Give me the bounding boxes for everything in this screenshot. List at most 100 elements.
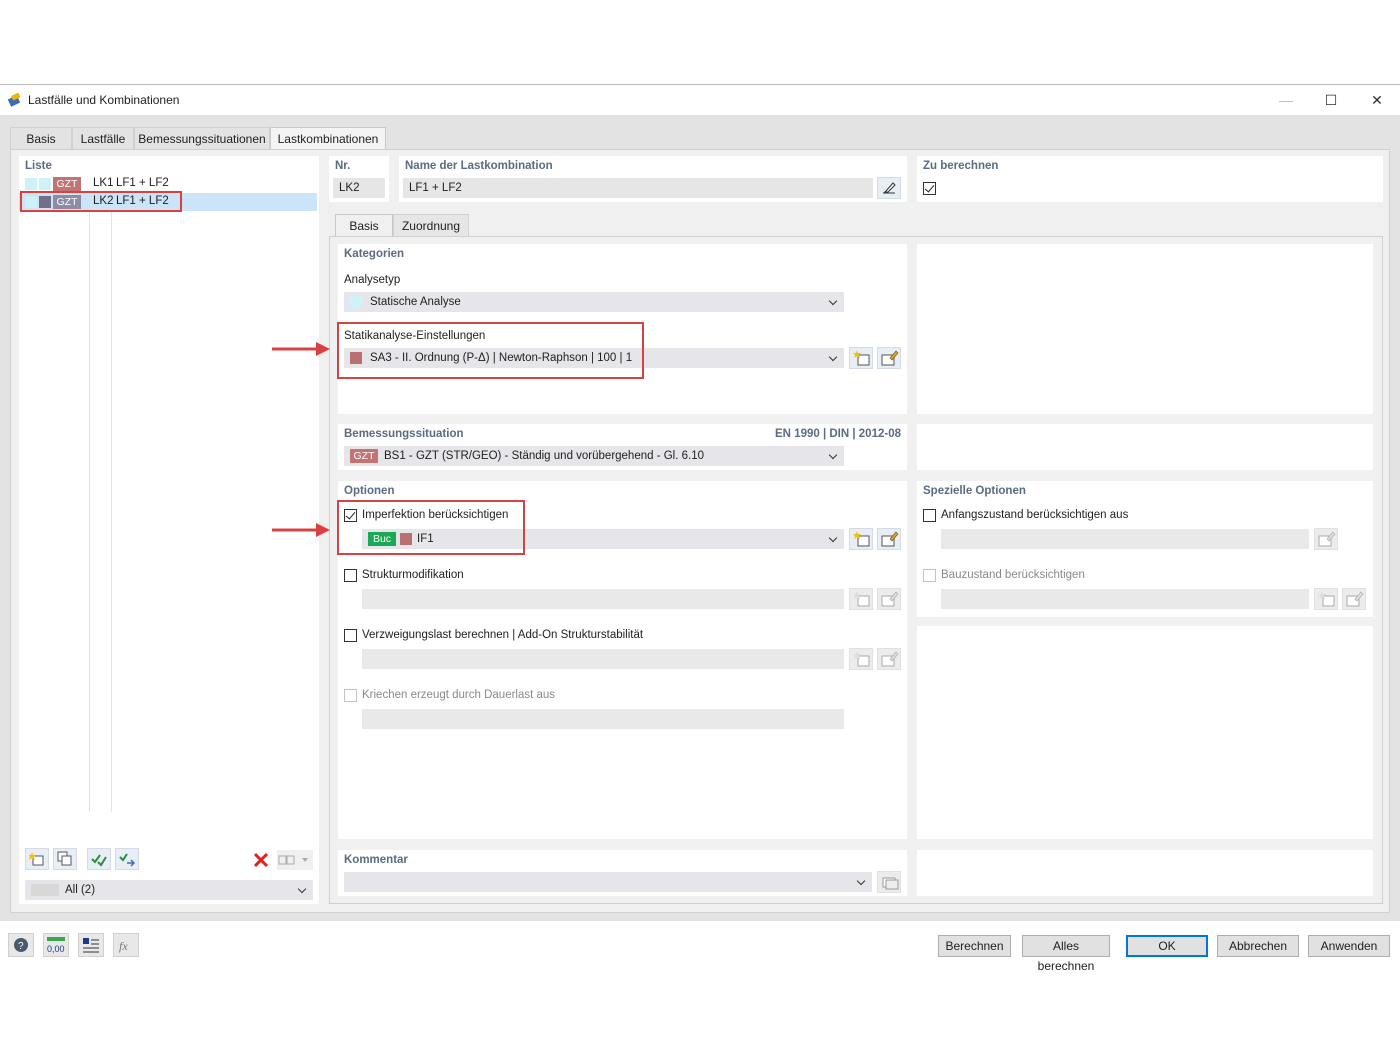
color-swatch [400,533,412,545]
anfangszustand-field [941,529,1309,549]
color-swatch [39,178,51,190]
bauzustand-label: Bauzustand berücksichtigen [941,569,1085,581]
bauzustand-checkbox[interactable] [923,569,936,582]
tab-bemessungssituationen[interactable]: Bemessungssituationen [134,127,270,149]
bemessung-dropdown[interactable]: GZT BS1 - GZT (STR/GEO) - Ständig und vo… [344,446,844,466]
strukturmodifikation-checkbox[interactable] [344,569,357,582]
filter-swatch [31,884,59,896]
svg-text:?: ? [18,941,24,952]
anwenden-button[interactable]: Anwenden [1308,935,1390,957]
nr-field[interactable]: LK2 [333,178,385,198]
chevron-down-icon [856,872,868,892]
analysetyp-value: Statische Analyse [370,296,461,308]
new-icon [853,591,870,607]
verzweigungslast-label: Verzweigungslast berechnen | Add-On Stru… [362,629,644,641]
new-struktur-button[interactable] [849,588,873,610]
kommentar-library-button[interactable] [877,871,901,893]
list-item[interactable]: GZT LK1 LF1 + LF2 [19,175,317,193]
imperfection-dropdown[interactable]: Buc IF1 [362,529,844,549]
verzweigungslast-checkbox[interactable] [344,629,357,642]
new-imperfection-button[interactable] [849,528,873,550]
list-item-id: LK2 [93,195,114,207]
tab-lastkombinationen[interactable]: Lastkombinationen [270,127,386,150]
subtab-zuordnung[interactable]: Zuordnung [393,214,469,236]
buc-tag: Buc [368,532,396,546]
bemessung-panel: Bemessungssituation EN 1990 | DIN | 2012… [338,424,907,470]
ok-button[interactable]: OK [1126,935,1208,957]
color-swatch [39,196,51,208]
formula-button[interactable]: fx [113,933,139,957]
filter-dropdown[interactable]: All (2) [25,880,313,900]
new-icon [1318,591,1335,607]
dialog-footer: ? 0,00 fx Berechnen Alles berechnen OK A… [0,921,1400,973]
dialog-body: Basis Lastfälle Bemessungssituationen La… [0,115,1400,921]
units-button[interactable]: 0,00 [43,933,69,957]
edit-dialog-icon [1318,531,1336,547]
delete-button[interactable] [251,850,271,870]
compute-checkbox[interactable] [923,182,936,195]
toggle-check-button[interactable] [115,848,139,870]
kriechen-field [362,709,844,729]
maximize-button[interactable]: ☐ [1311,89,1351,111]
edit-anfang-button[interactable] [1314,528,1338,550]
view-options-button[interactable] [277,850,313,870]
minimize-button[interactable]: — [1266,89,1306,111]
edit-verzweigung-button[interactable] [877,648,901,670]
edit-imperfection-button[interactable] [877,528,901,550]
abbrechen-button[interactable]: Abbrechen [1217,935,1299,957]
chevron-down-icon [828,292,840,312]
name-field[interactable]: LF1 + LF2 [403,178,873,198]
edit-struktur-button[interactable] [877,588,901,610]
gzt-tag: GZT [53,195,81,209]
berechnen-button[interactable]: Berechnen [938,935,1011,957]
svg-text:fx: fx [119,939,128,953]
strukturmodifikation-label: Strukturmodifikation [362,569,464,581]
new-settings-button[interactable] [849,347,873,369]
gzt-tag: GZT [350,449,378,463]
subtab-basis[interactable]: Basis [335,214,393,237]
name-panel: Name der Lastkombination LF1 + LF2 [399,156,907,202]
edit-bauzustand-button[interactable] [1342,588,1366,610]
anfangszustand-checkbox[interactable] [923,509,936,522]
help-icon: ? [14,938,28,952]
statik-settings-dropdown[interactable]: SA3 - II. Ordnung (P-Δ) | Newton-Raphson… [344,348,844,368]
kriechen-checkbox[interactable] [344,689,357,702]
list-title: Liste [25,160,52,172]
compute-panel: Zu berechnen [917,156,1383,202]
window-title: Lastfälle und Kombinationen [28,93,180,107]
list-item-name: LF1 + LF2 [116,195,169,207]
new-verzweigung-button[interactable] [849,648,873,670]
new-icon [853,350,870,366]
filter-value: All (2) [65,884,96,896]
statik-settings-label: Statikanalyse-Einstellungen [344,330,486,342]
model-view-button[interactable] [78,933,104,957]
nr-label: Nr. [335,160,351,172]
help-button[interactable]: ? [8,933,34,957]
optionen-panel: Optionen Imperfektion berücksichtigen Bu… [337,481,907,839]
title-bar: Lastfälle und Kombinationen — ☐ ✕ [0,85,1400,115]
list-item-selected[interactable]: GZT LK2 LF1 + LF2 [19,193,317,211]
copy-item-button[interactable] [53,848,77,870]
check-all-button[interactable] [87,848,111,870]
analysetyp-label: Analysetyp [344,274,401,286]
edit-settings-button[interactable] [877,347,901,369]
analysetyp-dropdown[interactable]: Statische Analyse [344,292,844,312]
alles-berechnen-button[interactable]: Alles berechnen [1022,935,1110,973]
anfangszustand-label: Anfangszustand berücksichtigen aus [941,509,1129,521]
toggle-check-icon [119,853,135,867]
view-options-icon [278,855,308,865]
app-icon [8,93,21,107]
dialog-window: Lastfälle und Kombinationen — ☐ ✕ Basis … [0,84,1400,973]
kommentar-dropdown[interactable] [344,872,872,892]
color-swatch [25,196,37,208]
new-bauzustand-button[interactable] [1314,588,1338,610]
name-label: Name der Lastkombination [405,160,553,172]
tab-basis[interactable]: Basis [10,127,72,149]
formula-icon: fx [119,939,128,953]
units-icon: 0,00 [47,937,65,954]
edit-name-button[interactable] [877,177,901,199]
tab-lastfaelle[interactable]: Lastfälle [72,127,134,149]
imperfection-checkbox[interactable] [344,509,357,522]
close-button[interactable]: ✕ [1357,89,1397,111]
new-item-button[interactable] [25,848,49,870]
